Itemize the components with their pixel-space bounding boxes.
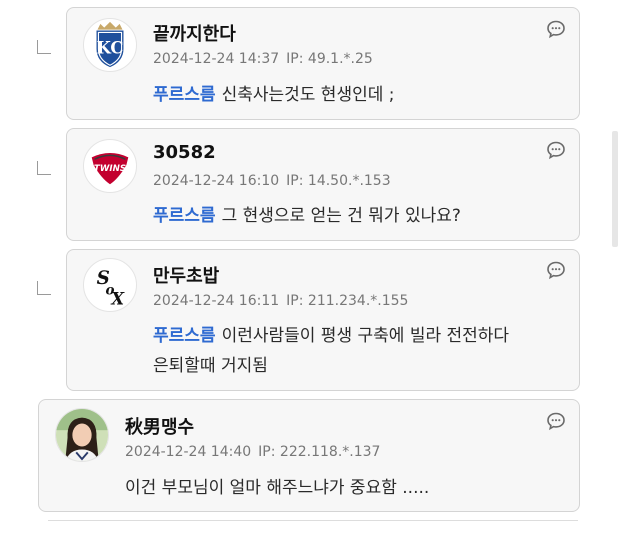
ip-label: IP:	[286, 293, 304, 309]
mention-link[interactable]: 푸르스름	[153, 326, 216, 346]
scrollbar[interactable]	[612, 131, 618, 247]
lg-twins-logo-icon: TWINS	[91, 153, 129, 185]
mention-link[interactable]: 푸르스름	[153, 85, 216, 105]
comment-datetime: 2024-12-24 16:11	[153, 293, 280, 309]
comment-meta: 2024-12-24 14:40 IP: 222.118.*.137	[125, 444, 380, 460]
comment-datetime: 2024-12-24 14:40	[125, 444, 252, 460]
comment-meta: 2024-12-24 16:11 IP: 211.234.*.155	[153, 293, 408, 309]
comment-card: 秋男맹수 2024-12-24 14:40 IP: 222.118.*.137 이…	[38, 399, 580, 512]
comment-datetime: 2024-12-24 14:37	[153, 51, 280, 67]
svg-text:X: X	[110, 289, 125, 308]
comment-text-line: 이런사람들이 평생 구축에 빌라 전전하다	[221, 326, 510, 346]
speech-bubble-icon[interactable]	[546, 260, 566, 280]
speech-bubble-icon[interactable]	[546, 140, 566, 160]
ip-label: IP:	[258, 444, 276, 460]
avatar-sox-logo[interactable]: S o X	[83, 258, 137, 312]
comment-datetime: 2024-12-24 16:10	[153, 173, 280, 189]
comment-card: S o X 만두초밥 2024-12-24 16:11 IP: 211.234.*…	[66, 249, 580, 391]
comment-ip: 49.1.*.25	[307, 51, 373, 67]
reply-marker-icon	[37, 161, 51, 175]
speech-bubble-icon[interactable]	[546, 19, 566, 39]
comment-card: TWINS 30582 2024-12-24 16:10 IP: 14.50.*.…	[66, 128, 580, 241]
avatar-kc-logo[interactable]: KC	[83, 18, 137, 72]
comment-ip: 222.118.*.137	[279, 444, 381, 460]
speech-bubble-icon[interactable]	[546, 411, 566, 431]
ip-label: IP:	[286, 51, 304, 67]
comment-meta: 2024-12-24 16:10 IP: 14.50.*.153	[153, 173, 391, 189]
comment-ip: 211.234.*.155	[307, 293, 409, 309]
comment-nickname[interactable]: 만두초밥	[153, 262, 219, 288]
comment-text-line-1: 푸르스름 이런사람들이 평생 구축에 빌라 전전하다	[153, 323, 573, 350]
svg-text:KC: KC	[97, 39, 124, 58]
comment-content: 푸르스름 신축사는것도 현생인데 ;	[153, 82, 563, 109]
kc-royals-logo-icon: KC	[96, 21, 124, 68]
user-photo-icon	[56, 409, 108, 461]
comment-text-line: 이건 부모님이 얼마 해주느냐가 중요함 .....	[125, 478, 430, 498]
comment-content: 푸르스름 이런사람들이 평생 구축에 빌라 전전하다 은퇴할때 거지됨	[153, 323, 573, 380]
divider	[48, 520, 578, 521]
comment-ip: 14.50.*.153	[307, 173, 391, 189]
comment-content: 푸르스름 그 현생으로 얻는 건 뭐가 있나요?	[153, 203, 563, 230]
comment-content: 이건 부모님이 얼마 해주느냐가 중요함 .....	[125, 475, 565, 502]
reply-marker-icon	[37, 40, 51, 54]
comment-text-line-2: 은퇴할때 거지됨	[153, 356, 268, 376]
reply-marker-icon	[37, 281, 51, 295]
comment-meta: 2024-12-24 14:37 IP: 49.1.*.25	[153, 51, 373, 67]
mention-link[interactable]: 푸르스름	[153, 206, 216, 226]
comment-text-line: 신축사는것도 현생인데 ;	[221, 85, 395, 105]
comment-nickname[interactable]: 秋男맹수	[125, 413, 194, 439]
comment-nickname[interactable]: 끝까지한다	[153, 20, 236, 46]
comment-nickname[interactable]: 30582	[153, 142, 216, 163]
avatar-user-photo[interactable]	[55, 408, 109, 462]
twins-logo-text: TWINS	[94, 164, 126, 174]
white-sox-logo-icon: S o X	[97, 268, 126, 308]
comment-card: KC 끝까지한다 2024-12-24 14:37 IP: 49.1.*.25 푸…	[66, 7, 580, 120]
ip-label: IP:	[286, 173, 304, 189]
comment-text-line: 그 현생으로 얻는 건 뭐가 있나요?	[221, 206, 461, 226]
avatar-twins-logo[interactable]: TWINS	[83, 139, 137, 193]
